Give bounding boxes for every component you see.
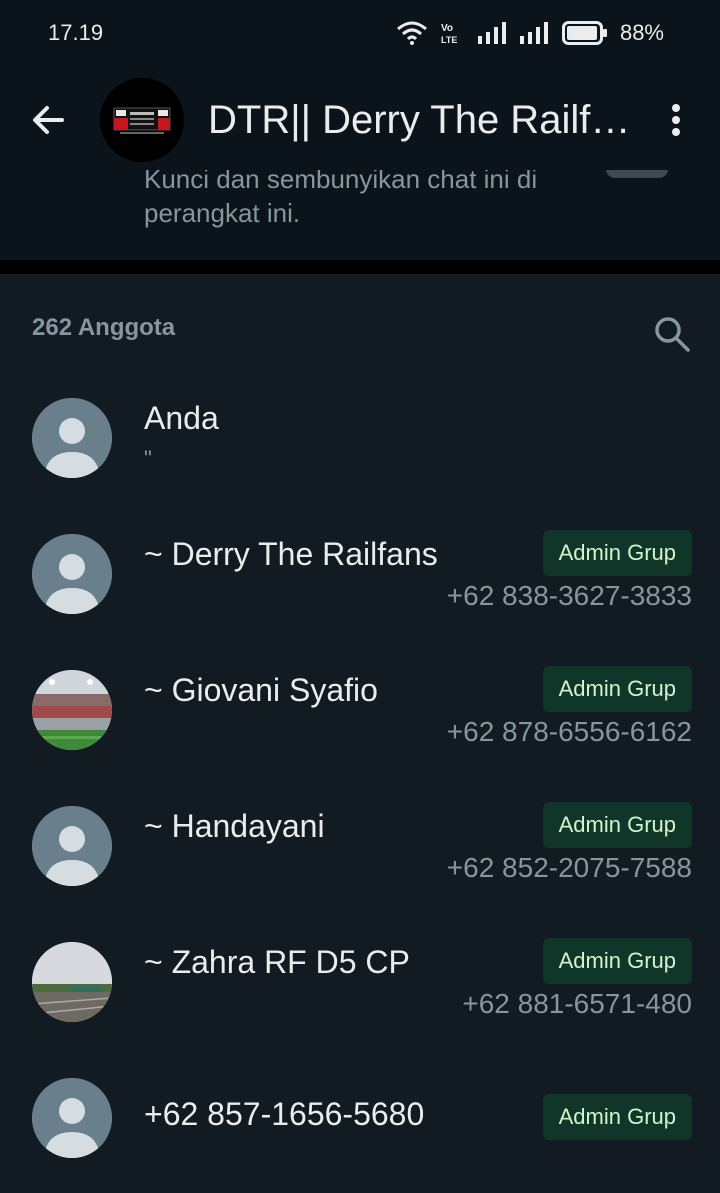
arrow-left-icon [33, 106, 64, 134]
member-row[interactable]: ~ Giovani Syafio Admin Grup +62 878-6556… [0, 666, 720, 806]
default-avatar-icon [32, 1078, 112, 1158]
search-icon [655, 317, 690, 352]
member-row[interactable]: ~ Handayani Admin Grup +62 852-2075-7588 [0, 802, 720, 942]
status-icons: Vo LTE 88% [396, 18, 664, 48]
signal-icon [477, 22, 506, 44]
more-vertical-icon [672, 104, 680, 136]
chat-header: DTR|| Derry The Railf… [0, 70, 720, 170]
member-name: +62 857-1656-5680 [144, 1096, 425, 1132]
member-count: 262 Anggota [32, 314, 176, 341]
svg-text:LTE: LTE [441, 35, 457, 45]
section-divider [0, 260, 720, 274]
admin-badge: Admin Grup [542, 938, 692, 984]
volte-icon: Vo LTE [441, 23, 457, 45]
member-row[interactable]: ~ Derry The Railfans Admin Grup +62 838-… [0, 530, 720, 670]
wifi-icon [396, 21, 427, 45]
default-avatar-icon [32, 806, 112, 886]
member-name: ~ Giovani Syafio [144, 672, 378, 708]
member-phone: +62 838-3627-3833 [446, 580, 692, 611]
member-about: " [144, 446, 152, 471]
member-row[interactable]: ~ Zahra RF D5 CP Admin Grup +62 881-6571… [0, 938, 720, 1078]
member-row[interactable]: +62 857-1656-5680 Admin Grup [0, 1078, 720, 1193]
member-row-you[interactable]: Anda " [0, 398, 720, 534]
avatar [32, 534, 112, 614]
member-name: ~ Derry The Railfans [144, 536, 438, 572]
lock-chat-row[interactable]: Kunci dan sembunyikan chat ini di perang… [0, 170, 720, 260]
more-options-button[interactable] [664, 100, 688, 140]
member-name: ~ Zahra RF D5 CP [144, 944, 410, 980]
group-avatar[interactable] [100, 78, 184, 162]
lock-chat-toggle[interactable] [606, 170, 668, 178]
battery-percent: 88% [619, 20, 664, 45]
member-name: ~ Handayani [144, 808, 325, 844]
admin-badge: Admin Grup [542, 530, 692, 576]
railway-photo-image [32, 942, 112, 1022]
search-members-button[interactable] [652, 314, 692, 354]
lock-chat-description: Kunci dan sembunyikan chat ini di perang… [144, 170, 538, 228]
member-phone: +62 881-6571-480 [462, 988, 692, 1019]
members-section: 262 Anggota Anda " ~ Derry The Railfans [0, 274, 720, 1193]
admin-badge: Admin Grup [542, 666, 692, 712]
back-button[interactable] [28, 100, 68, 140]
group-title[interactable]: DTR|| Derry The Railf… [208, 98, 648, 143]
group-logo-image [100, 78, 184, 162]
member-phone: +62 878-6556-6162 [446, 716, 692, 747]
admin-badge: Admin Grup [542, 802, 692, 848]
admin-badge: Admin Grup [542, 1094, 692, 1140]
status-bar: 17.19 Vo LTE 88% [0, 0, 720, 66]
member-phone: +62 852-2075-7588 [446, 852, 692, 883]
default-avatar-icon [32, 398, 112, 478]
battery-icon [561, 21, 607, 45]
status-time: 17.19 [48, 20, 104, 45]
avatar [32, 670, 112, 750]
member-name: Anda [144, 400, 219, 436]
stadium-photo-image [32, 670, 112, 750]
avatar [32, 1078, 112, 1158]
signal-icon [519, 22, 548, 44]
svg-text:Vo: Vo [441, 23, 453, 34]
avatar [32, 398, 112, 478]
avatar [32, 942, 112, 1022]
default-avatar-icon [32, 534, 112, 614]
avatar [32, 806, 112, 886]
